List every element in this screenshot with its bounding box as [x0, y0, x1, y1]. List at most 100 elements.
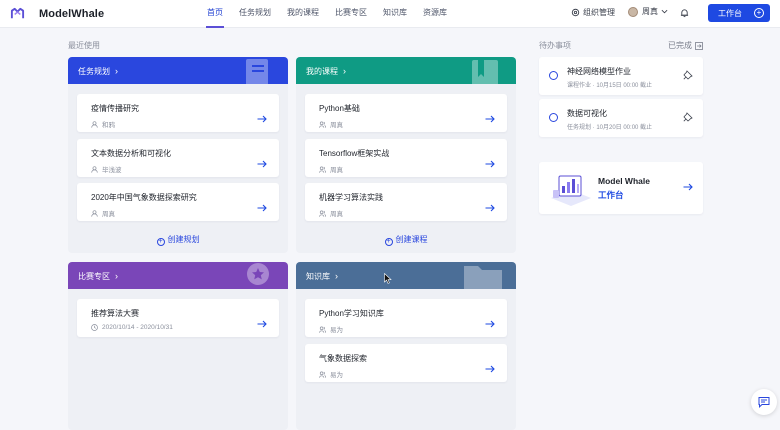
- arrow-right-icon[interactable]: [485, 160, 495, 168]
- chat-icon: [758, 397, 770, 408]
- nav-resources[interactable]: 资源库: [415, 0, 455, 28]
- create-plan-label: 创建规划: [167, 235, 200, 244]
- workbench-illustration-icon: [551, 175, 591, 206]
- course-item[interactable]: Python基础 周真: [305, 94, 507, 132]
- knowledge-panel-header[interactable]: 知识库 ›: [296, 262, 516, 289]
- users-icon: [319, 371, 326, 378]
- chevron-right-icon: ›: [115, 271, 118, 281]
- create-plan-button[interactable]: + 创建规划: [68, 234, 288, 246]
- tasks-panel-header[interactable]: 任务规划 ›: [68, 57, 288, 84]
- plus-circle-icon: +: [384, 238, 393, 246]
- folder-decoration-icon: [464, 266, 502, 289]
- arrow-right-icon[interactable]: [485, 115, 495, 123]
- knowledge-item[interactable]: 气象数据探索 易为: [305, 344, 507, 382]
- course-item-owner: 周真: [330, 211, 343, 218]
- task-item-meta: 周真: [91, 208, 115, 218]
- todo-title: 待办事项: [539, 41, 571, 50]
- course-item-meta: 周真: [319, 164, 343, 174]
- chevron-down-icon: [661, 9, 668, 14]
- arrow-right-icon[interactable]: [683, 183, 693, 191]
- task-item-meta: 毕浅波: [91, 164, 122, 174]
- task-item[interactable]: 文本数据分析和可视化 毕浅波: [77, 139, 279, 177]
- completed-label: 已完成: [668, 41, 692, 50]
- knowledge-item[interactable]: Python学习知识库 易为: [305, 299, 507, 337]
- workbench-button[interactable]: 工作台 +: [708, 4, 770, 22]
- exit-icon: [695, 41, 703, 50]
- arrow-right-icon[interactable]: [485, 204, 495, 212]
- knowledge-panel: 知识库 › Python学习知识库 易为 气象数据探索 易为: [296, 262, 516, 430]
- task-item-title: 文本数据分析和可视化: [91, 149, 171, 158]
- nav-my-courses[interactable]: 我的课程: [279, 0, 327, 28]
- users-icon: [319, 166, 326, 173]
- medal-decoration-icon: [247, 263, 269, 285]
- course-item-owner: 周真: [330, 122, 343, 129]
- tasks-panel-title: 任务规划: [78, 67, 110, 76]
- knowledge-item-title: 气象数据探索: [319, 354, 367, 363]
- knowledge-item-meta: 易为: [319, 369, 343, 379]
- users-icon: [319, 121, 326, 128]
- org-management-link[interactable]: 组织管理: [571, 7, 615, 18]
- arrow-right-icon[interactable]: [485, 365, 495, 373]
- users-icon: [319, 210, 326, 217]
- course-item-title: Python基础: [319, 104, 360, 113]
- competition-item-meta: 2020/10/14 - 2020/10/31: [91, 324, 173, 331]
- task-item-title: 2020年中国气象数据探索研究: [91, 193, 197, 202]
- todo-checkbox[interactable]: [549, 71, 558, 80]
- knowledge-item-title: Python学习知识库: [319, 309, 384, 318]
- clock-icon: [91, 324, 98, 331]
- arrow-right-icon[interactable]: [257, 320, 267, 328]
- user-icon: [91, 209, 98, 217]
- knowledge-panel-title: 知识库: [306, 272, 330, 281]
- pin-icon[interactable]: [683, 112, 693, 122]
- task-item-meta: 和鸦: [91, 119, 115, 129]
- task-item-title: 疫情传播研究: [91, 104, 139, 113]
- pin-icon[interactable]: [683, 70, 693, 80]
- knowledge-item-owner: 易为: [330, 372, 343, 379]
- competition-item[interactable]: 推荐算法大赛 2020/10/14 - 2020/10/31: [77, 299, 279, 337]
- task-item-owner: 和鸦: [102, 122, 115, 129]
- workbench-button-label: 工作台: [718, 8, 742, 18]
- app-name: ModelWhale: [39, 7, 105, 20]
- logo[interactable]: ModelWhale: [10, 6, 104, 21]
- nav-knowledge-base[interactable]: 知识库: [375, 0, 415, 28]
- chat-button[interactable]: [751, 389, 777, 415]
- user-icon: [91, 120, 98, 128]
- todo-item[interactable]: 数据可视化 任务规划 · 10月20日 00:00 截止: [539, 99, 703, 137]
- task-item[interactable]: 2020年中国气象数据探索研究 周真: [77, 183, 279, 221]
- bell-icon[interactable]: [680, 8, 689, 18]
- course-item-title: Tensorflow框架实战: [319, 149, 390, 158]
- course-item-owner: 周真: [330, 167, 343, 174]
- courses-panel-header[interactable]: 我的课程 ›: [296, 57, 516, 84]
- settings-icon: [571, 8, 580, 17]
- nav-task-planning[interactable]: 任务规划: [231, 0, 279, 28]
- arrow-right-icon[interactable]: [485, 320, 495, 328]
- arrow-right-icon[interactable]: [257, 204, 267, 212]
- course-item-meta: 周真: [319, 208, 343, 218]
- course-decoration-icon: [472, 60, 498, 84]
- todo-item-meta: 课程作业 · 10月15日 00:00 截止: [567, 83, 653, 89]
- course-item[interactable]: 机器学习算法实践 周真: [305, 183, 507, 221]
- recent-title: 最近使用: [68, 41, 100, 50]
- arrow-right-icon[interactable]: [257, 160, 267, 168]
- task-item[interactable]: 疫情传播研究 和鸦: [77, 94, 279, 132]
- task-decoration-icon: [246, 59, 268, 84]
- workbench-card-title: Model Whale: [598, 176, 650, 186]
- chevron-right-icon: ›: [343, 66, 346, 76]
- completed-link[interactable]: 已完成: [668, 40, 703, 51]
- logo-icon: [10, 7, 25, 19]
- nav-home[interactable]: 首页: [199, 0, 231, 28]
- plus-circle-icon: +: [754, 8, 764, 18]
- create-course-button[interactable]: + 创建课程: [296, 234, 516, 246]
- course-item[interactable]: Tensorflow框架实战 周真: [305, 139, 507, 177]
- nav-competitions[interactable]: 比赛专区: [327, 0, 375, 28]
- knowledge-item-meta: 易为: [319, 324, 343, 334]
- user-menu[interactable]: 周真: [628, 6, 668, 17]
- workbench-card[interactable]: Model Whale 工作台: [539, 162, 703, 214]
- todo-checkbox[interactable]: [549, 113, 558, 122]
- todo-item[interactable]: 神经网络模型作业 课程作业 · 10月15日 00:00 截止: [539, 57, 703, 95]
- competitions-panel-header[interactable]: 比赛专区 ›: [68, 262, 288, 289]
- org-management-label: 组织管理: [583, 8, 615, 17]
- mouse-cursor-icon: [384, 273, 392, 284]
- arrow-right-icon[interactable]: [257, 115, 267, 123]
- todo-item-title: 数据可视化: [567, 109, 607, 118]
